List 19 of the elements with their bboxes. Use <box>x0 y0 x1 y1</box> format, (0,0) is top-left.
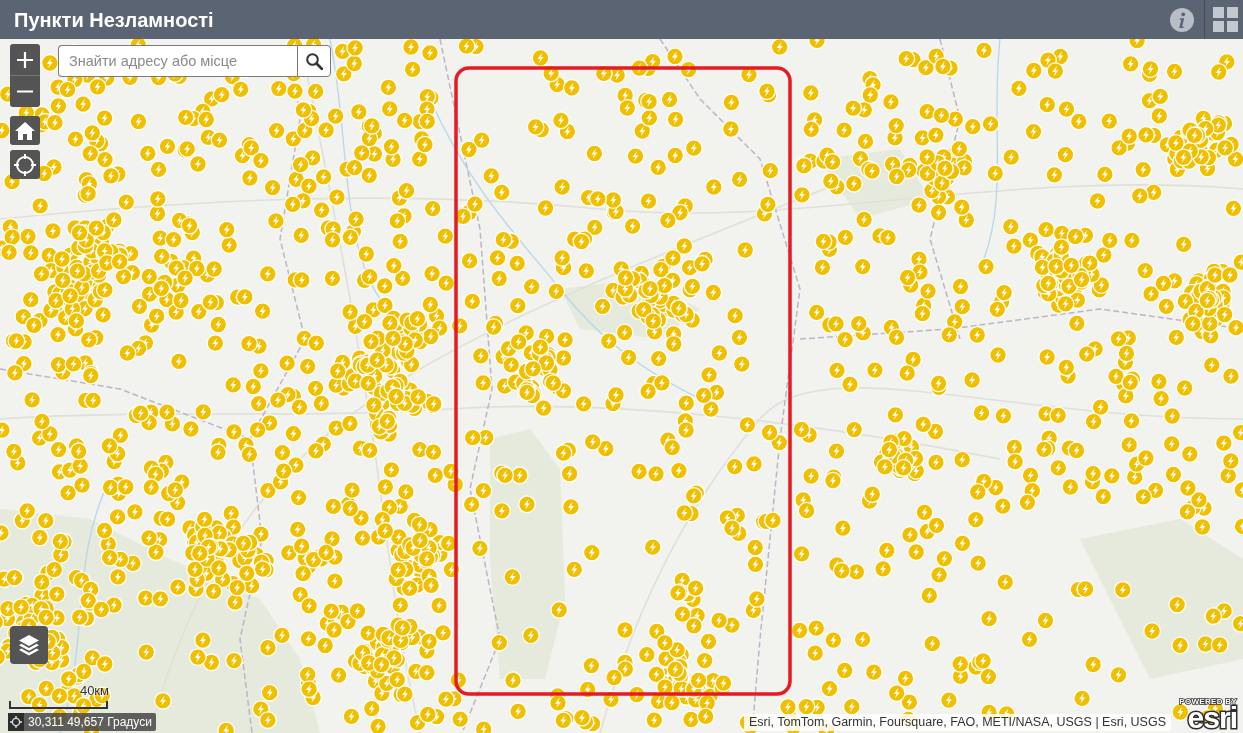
app-title: Пункти Незламності <box>13 9 215 30</box>
home-button[interactable] <box>10 116 40 145</box>
coordinates-text: 30,311 49,657 Градуси <box>28 714 153 731</box>
layers-icon <box>18 634 40 656</box>
grid-icon <box>1212 7 1238 32</box>
home-icon <box>15 121 35 140</box>
search-field[interactable]: Знайти адресу або місце <box>58 45 297 77</box>
zoom-in-button[interactable] <box>10 44 40 75</box>
crosshair-icon <box>10 716 22 728</box>
locate-button[interactable] <box>10 150 40 179</box>
layers-button[interactable] <box>10 626 48 664</box>
info-icon <box>1170 7 1194 32</box>
search-icon <box>305 52 323 70</box>
plus-icon <box>17 51 33 68</box>
minus-icon <box>17 90 33 93</box>
search-button[interactable] <box>297 45 331 77</box>
zoom-out-button[interactable] <box>10 76 40 107</box>
attribution-text: Esri, TomTom, Garmin, Foursquare, FAO, METI/NASA, USGS | Esri, USGS <box>744 714 1171 731</box>
crosshair-icon <box>14 153 36 176</box>
